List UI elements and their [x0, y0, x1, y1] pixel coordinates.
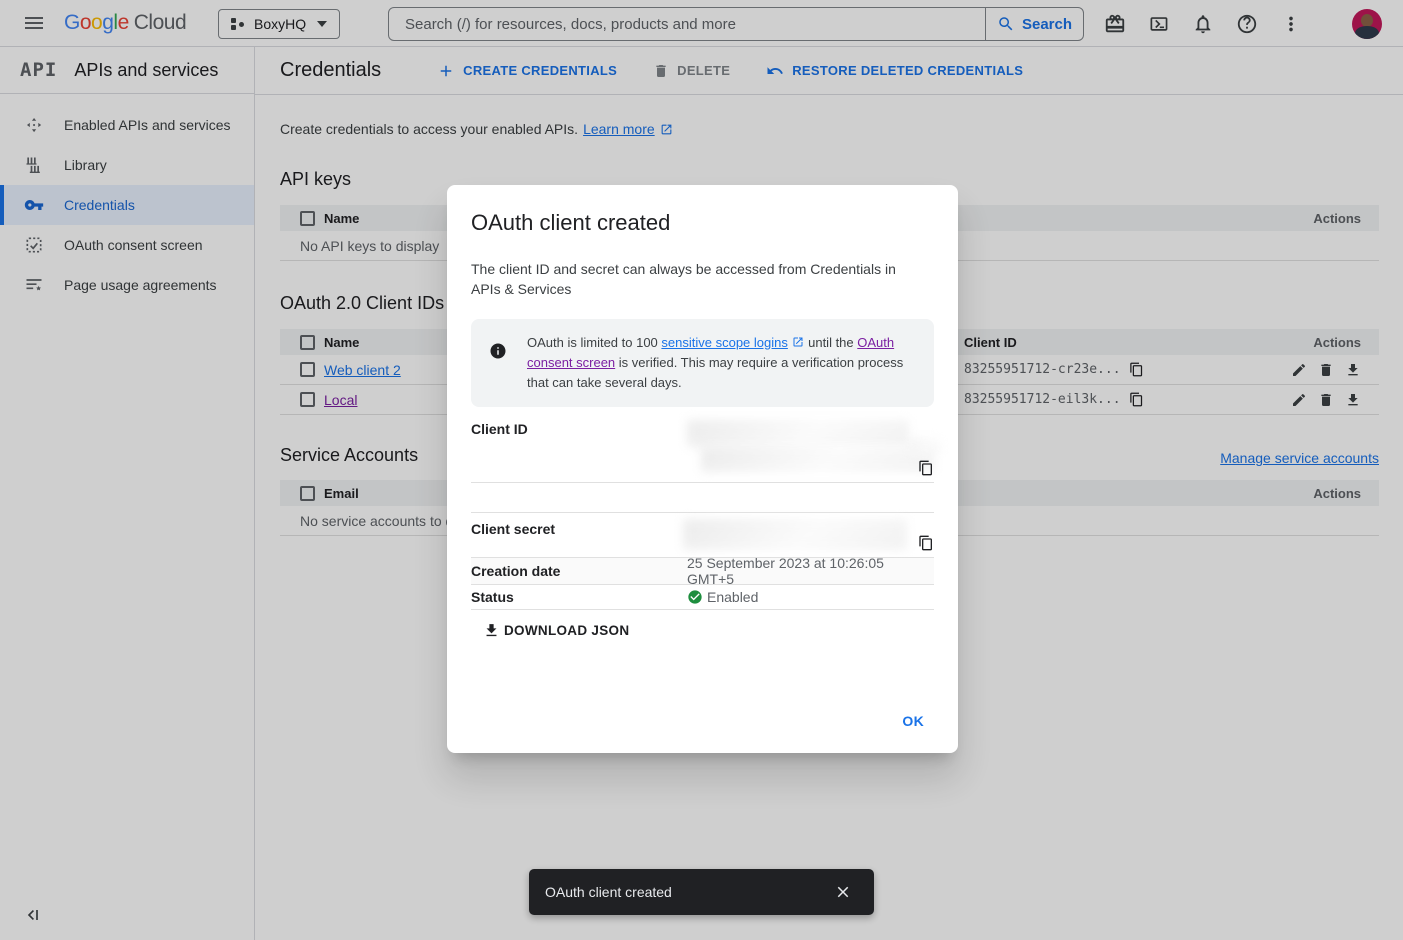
- redacted-blob: [687, 420, 909, 447]
- status-label: Status: [471, 589, 687, 605]
- dialog-title: OAuth client created: [471, 209, 934, 237]
- creation-date-value: 25 September 2023 at 10:26:05 GMT+5: [687, 555, 934, 587]
- notice-pre: OAuth is limited to 100: [527, 335, 661, 350]
- notice-mid: until the: [805, 335, 858, 350]
- client-id-label: Client ID: [471, 413, 687, 482]
- oauth-created-dialog: OAuth client created The client ID and s…: [447, 185, 958, 753]
- notice-text: OAuth is limited to 100 sensitive scope …: [527, 333, 918, 393]
- close-icon[interactable]: [834, 883, 852, 901]
- client-secret-value-redacted: [687, 513, 934, 557]
- dialog-body-text: The client ID and secret can always be a…: [471, 259, 911, 299]
- redacted-blob: [910, 438, 940, 454]
- info-icon: [489, 342, 507, 360]
- spacer-row: [471, 483, 934, 513]
- creation-date-row: Creation date 25 September 2023 at 10:26…: [471, 558, 934, 585]
- download-icon: [483, 622, 499, 638]
- download-json-label: DOWNLOAD JSON: [504, 623, 629, 638]
- client-secret-row: Client secret: [471, 513, 934, 558]
- client-id-value-redacted: [687, 413, 934, 482]
- copy-icon[interactable]: [918, 535, 934, 551]
- client-id-row: Client ID: [471, 413, 934, 483]
- dialog-detail-rows: Client ID Client secret Creation date: [471, 413, 934, 610]
- snackbar: OAuth client created: [529, 869, 874, 915]
- snackbar-message: OAuth client created: [545, 884, 672, 900]
- notice-box: OAuth is limited to 100 sensitive scope …: [471, 319, 934, 407]
- redacted-blob: [683, 519, 907, 550]
- copy-icon[interactable]: [918, 460, 934, 476]
- external-link-icon: [792, 336, 805, 349]
- check-circle-icon: [687, 589, 703, 605]
- ok-button[interactable]: OK: [894, 705, 932, 737]
- creation-date-label: Creation date: [471, 563, 687, 579]
- redacted-blob: [701, 446, 934, 472]
- status-row: Status Enabled: [471, 585, 934, 610]
- status-value: Enabled: [707, 589, 758, 605]
- client-secret-label: Client secret: [471, 513, 687, 557]
- sensitive-scope-logins-link[interactable]: sensitive scope logins: [661, 335, 787, 350]
- download-json-button[interactable]: DOWNLOAD JSON: [483, 622, 629, 638]
